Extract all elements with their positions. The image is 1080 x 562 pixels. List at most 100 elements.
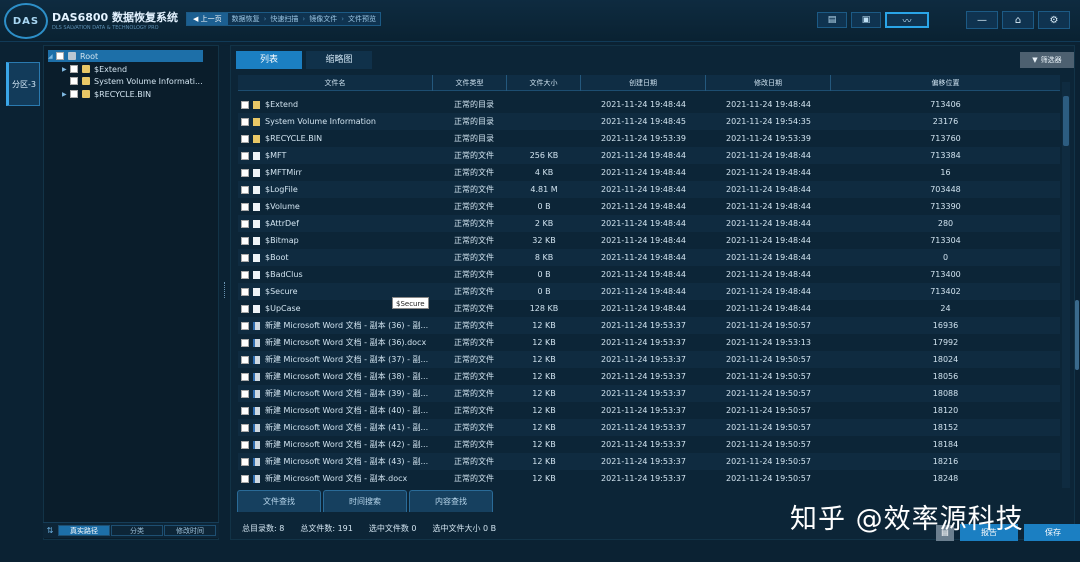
list-icon[interactable]: ▤ <box>817 12 847 28</box>
checkbox[interactable] <box>241 406 249 415</box>
table-row[interactable]: System Volume Information 正常的目录 2021-11-24… <box>238 113 1060 130</box>
scroll-thumb[interactable] <box>1063 96 1069 146</box>
checkbox[interactable] <box>241 338 249 347</box>
outer-scroll-handle[interactable] <box>1075 300 1079 370</box>
cell-type: 正常的文件 <box>454 321 494 330</box>
column-header[interactable]: 创建日期 <box>581 75 706 91</box>
checkbox[interactable] <box>241 185 249 194</box>
table-row[interactable]: $Bitmap 正常的文件 32 KB 2021-11-24 19:48:44 2021… <box>238 232 1060 249</box>
breadcrumb-item[interactable]: 镜像文件 <box>305 14 341 24</box>
checkbox[interactable] <box>70 77 78 85</box>
checkbox[interactable] <box>241 372 249 381</box>
checkbox[interactable] <box>241 236 249 245</box>
column-header[interactable]: 文件类型 <box>433 75 507 91</box>
table-row[interactable]: 新建 Microsoft Word 文档 - 副本 (38) - 副... 正常的… <box>238 368 1060 385</box>
cell-size: 0 B <box>537 202 551 211</box>
table-row[interactable]: $AttrDef 正常的文件 2 KB 2021-11-24 19:48:44 2021… <box>238 215 1060 232</box>
checkbox[interactable] <box>241 355 249 364</box>
breadcrumb-item[interactable]: 快速扫描 <box>266 14 302 24</box>
checkbox[interactable] <box>241 474 249 483</box>
table-row[interactable]: $Boot 正常的文件 8 KB 2021-11-24 19:48:44 2021-11… <box>238 249 1060 266</box>
table-row[interactable]: 新建 Microsoft Word 文档 - 副本 (40) - 副... 正常的… <box>238 402 1060 419</box>
cell-created: 2021-11-24 19:53:37 <box>601 406 686 415</box>
breadcrumb-item[interactable]: 数据恢复 <box>228 14 264 24</box>
tab-modified-time[interactable]: 修改时间 <box>164 525 216 536</box>
waveform-icon[interactable]: 〰 <box>885 12 929 28</box>
sort-icon[interactable]: ⇅ <box>43 526 57 535</box>
tab-content-search[interactable]: 内容查找 <box>409 490 493 512</box>
gear-icon[interactable]: ⚙ <box>1038 11 1070 29</box>
checkbox[interactable] <box>70 65 78 73</box>
checkbox[interactable] <box>241 202 249 211</box>
checkbox[interactable] <box>70 90 78 98</box>
checkbox[interactable] <box>241 117 249 126</box>
checkbox[interactable] <box>241 219 249 228</box>
column-header[interactable]: 文件名 <box>238 75 433 91</box>
checkbox[interactable] <box>241 389 249 398</box>
tree-node[interactable]: ▶ $RECYCLE.BIN <box>62 88 151 100</box>
save-button[interactable]: 保存 <box>1024 524 1080 541</box>
table-row[interactable]: $MFTMirr 正常的文件 4 KB 2021-11-24 19:48:44 2021… <box>238 164 1060 181</box>
table-row[interactable]: 新建 Microsoft Word 文档 - 副本 (39) - 副... 正常的… <box>238 385 1060 402</box>
tree-node[interactable]: ▶ $Extend <box>62 63 127 75</box>
table-row[interactable]: $Volume 正常的文件 0 B 2021-11-24 19:48:44 2021-1… <box>238 198 1060 215</box>
table-row[interactable]: 新建 Microsoft Word 文档 - 副本.docx 正常的文件 12 KB… <box>238 470 1060 487</box>
checkbox[interactable] <box>241 270 249 279</box>
table-row[interactable]: 新建 Microsoft Word 文档 - 副本 (42) - 副... 正常的… <box>238 436 1060 453</box>
filter-button[interactable]: ▼ 筛选器 <box>1020 52 1074 68</box>
column-header[interactable]: 文件大小 <box>507 75 581 91</box>
tree-node-root[interactable]: ◢ Root <box>48 50 203 62</box>
checkbox[interactable] <box>241 423 249 432</box>
checkbox[interactable] <box>241 134 249 143</box>
table-row[interactable]: $BadClus 正常的文件 0 B 2021-11-24 19:48:44 2021-… <box>238 266 1060 283</box>
checkbox[interactable] <box>241 168 249 177</box>
cell-modified: 2021-11-24 19:48:44 <box>726 185 811 194</box>
column-header[interactable]: 修改日期 <box>706 75 831 91</box>
table-row[interactable]: 新建 Microsoft Word 文档 - 副本 (43) - 副... 正常的… <box>238 453 1060 470</box>
table-row[interactable]: 新建 Microsoft Word 文档 - 副本 (41) - 副... 正常的… <box>238 419 1060 436</box>
checkbox[interactable] <box>56 52 64 60</box>
cell-size: 12 KB <box>532 321 556 330</box>
home-icon[interactable]: ⌂ <box>1002 11 1034 29</box>
checkbox[interactable] <box>241 304 249 313</box>
checkbox[interactable] <box>241 100 249 109</box>
app-subtitle: DLS SALVATION DATA & TECHNOLOGY PRO <box>52 25 159 31</box>
checkbox[interactable] <box>241 151 249 160</box>
expand-icon[interactable]: ▶ <box>62 91 70 98</box>
table-row[interactable]: $LogFile 正常的文件 4.81 M 2021-11-24 19:48:44 20… <box>238 181 1060 198</box>
checkbox[interactable] <box>241 457 249 466</box>
table-row[interactable]: $RECYCLE.BIN 正常的目录 2021-11-24 19:53:39 2021… <box>238 130 1060 147</box>
checkbox[interactable] <box>241 440 249 449</box>
table-row[interactable]: $Extend 正常的目录 2021-11-24 19:48:44 2021-11-2… <box>238 96 1060 113</box>
breadcrumb-item[interactable]: 文件预览 <box>344 14 380 24</box>
cell-modified: 2021-11-24 19:50:57 <box>726 474 811 483</box>
tab-time-search[interactable]: 时间搜索 <box>323 490 407 512</box>
partition-tab[interactable]: 分区-3 <box>6 62 40 106</box>
briefcase-icon[interactable]: ▣ <box>851 12 881 28</box>
table-row[interactable]: 新建 Microsoft Word 文档 - 副本 (36).docx 正常的文件… <box>238 334 1060 351</box>
cell-created: 2021-11-24 19:48:44 <box>601 253 686 262</box>
checkbox[interactable] <box>241 321 249 330</box>
tree-node[interactable]: System Volume Informati... <box>62 75 203 87</box>
table-row[interactable]: 新建 Microsoft Word 文档 - 副本 (36) - 副... 正常的… <box>238 317 1060 334</box>
panel-splitter[interactable] <box>224 282 226 298</box>
expand-icon[interactable]: ◢ <box>48 53 56 60</box>
cell-modified: 2021-11-24 19:50:57 <box>726 321 811 330</box>
column-header[interactable]: 偏移位置 <box>831 75 1060 91</box>
tab-category[interactable]: 分类 <box>111 525 163 536</box>
checkbox[interactable] <box>241 287 249 296</box>
minimize-icon[interactable]: — <box>966 11 998 29</box>
table-row[interactable]: 新建 Microsoft Word 文档 - 副本 (37) - 副... 正常的… <box>238 351 1060 368</box>
tab-file-search[interactable]: 文件查找 <box>237 490 321 512</box>
expand-icon[interactable]: ▶ <box>62 66 70 73</box>
table-row[interactable]: $Secure 正常的文件 0 B 2021-11-24 19:48:44 2021-1… <box>238 283 1060 300</box>
table-row[interactable]: $UpCase 正常的文件 128 KB 2021-11-24 19:48:44 202… <box>238 300 1060 317</box>
vertical-scrollbar[interactable] <box>1062 82 1070 488</box>
tab-thumbnail[interactable]: 缩略图 <box>306 51 372 69</box>
tab-real-path[interactable]: 真实路径 <box>58 525 110 536</box>
checkbox[interactable] <box>241 253 249 262</box>
tab-list[interactable]: 列表 <box>236 51 302 69</box>
table-row[interactable]: $MFT 正常的文件 256 KB 2021-11-24 19:48:44 2021-1… <box>238 147 1060 164</box>
cell-offset: 23176 <box>932 117 959 126</box>
back-button[interactable]: ◀ 上一页 <box>187 13 228 25</box>
